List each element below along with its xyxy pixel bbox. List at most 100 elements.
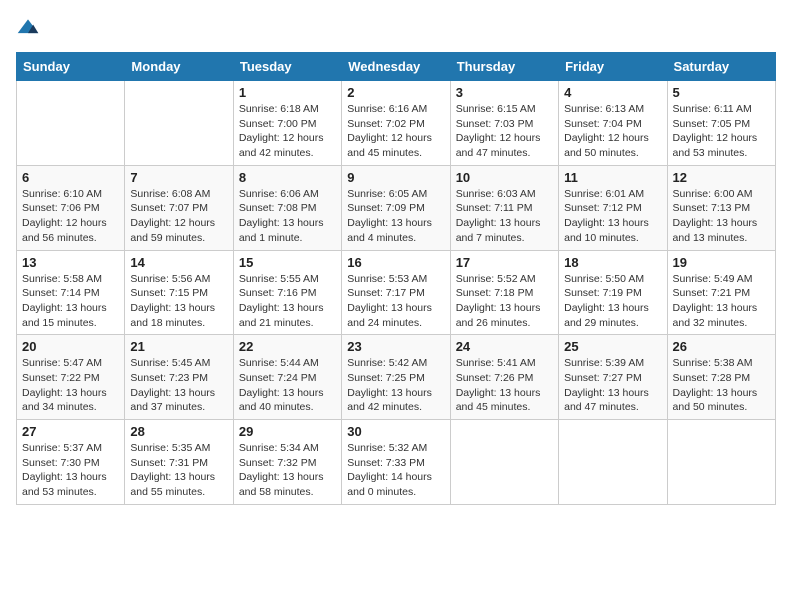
day-number: 13 [22,255,119,270]
calendar-cell: 8Sunrise: 6:06 AM Sunset: 7:08 PM Daylig… [233,165,341,250]
calendar-week-4: 20Sunrise: 5:47 AM Sunset: 7:22 PM Dayli… [17,335,776,420]
calendar-cell: 10 Sunrise: 6:03 AM Sunset: 7:11 PM Dayli… [450,165,558,250]
day-number: 26 [673,339,770,354]
calendar-cell: 18 Sunrise: 5:50 AM Sunset: 7:19 PM Dayli… [559,250,667,335]
calendar-cell: 4Sunrise: 6:13 AM Sunset: 7:04 PM Daylig… [559,81,667,166]
day-number: 19 [673,255,770,270]
day-number: 30 [347,424,444,439]
day-number: 1 [239,85,336,100]
day-number: 8 [239,170,336,185]
calendar-cell: 17 Sunrise: 5:52 AM Sunset: 7:18 PM Dayli… [450,250,558,335]
day-content: Sunrise: 5:37 AM Sunset: 7:30 PM Dayligh… [22,441,119,500]
day-number: 12 [673,170,770,185]
logo [16,16,44,40]
calendar-cell: 19 Sunrise: 5:49 AM Sunset: 7:21 PM Dayli… [667,250,775,335]
day-content: Sunrise: 5:52 AM Sunset: 7:18 PM Dayligh… [456,272,553,331]
calendar-table: SundayMondayTuesdayWednesdayThursdayFrid… [16,52,776,505]
day-number: 27 [22,424,119,439]
day-content: Sunrise: 5:41 AM Sunset: 7:26 PM Dayligh… [456,356,553,415]
day-content: Sunrise: 5:34 AM Sunset: 7:32 PM Dayligh… [239,441,336,500]
day-content: Sunrise: 5:42 AM Sunset: 7:25 PM Dayligh… [347,356,444,415]
day-number: 16 [347,255,444,270]
calendar-week-2: 6Sunrise: 6:10 AM Sunset: 7:06 PM Daylig… [17,165,776,250]
day-content: Sunrise: 6:03 AM Sunset: 7:11 PM Dayligh… [456,187,553,246]
day-number: 15 [239,255,336,270]
day-number: 18 [564,255,661,270]
day-number: 29 [239,424,336,439]
calendar-cell [450,420,558,505]
day-content: Sunrise: 5:49 AM Sunset: 7:21 PM Dayligh… [673,272,770,331]
weekday-header-sunday: Sunday [17,53,125,81]
day-content: Sunrise: 5:53 AM Sunset: 7:17 PM Dayligh… [347,272,444,331]
day-content: Sunrise: 6:08 AM Sunset: 7:07 PM Dayligh… [130,187,227,246]
day-number: 5 [673,85,770,100]
day-number: 28 [130,424,227,439]
day-number: 21 [130,339,227,354]
day-number: 24 [456,339,553,354]
calendar-week-3: 13 Sunrise: 5:58 AM Sunset: 7:14 PM Dayli… [17,250,776,335]
calendar-cell: 24 Sunrise: 5:41 AM Sunset: 7:26 PM Dayli… [450,335,558,420]
day-content: Sunrise: 5:47 AM Sunset: 7:22 PM Dayligh… [22,356,119,415]
calendar-cell: 14 Sunrise: 5:56 AM Sunset: 7:15 PM Dayli… [125,250,233,335]
calendar-cell: 22 Sunrise: 5:44 AM Sunset: 7:24 PM Dayli… [233,335,341,420]
calendar-cell: 6Sunrise: 6:10 AM Sunset: 7:06 PM Daylig… [17,165,125,250]
day-content: Sunrise: 5:58 AM Sunset: 7:14 PM Dayligh… [22,272,119,331]
calendar-cell: 20Sunrise: 5:47 AM Sunset: 7:22 PM Dayli… [17,335,125,420]
day-content: Sunrise: 5:35 AM Sunset: 7:31 PM Dayligh… [130,441,227,500]
calendar-cell: 3 Sunrise: 6:15 AM Sunset: 7:03 PM Daylig… [450,81,558,166]
day-content: Sunrise: 6:18 AM Sunset: 7:00 PM Dayligh… [239,102,336,161]
calendar-cell: 23 Sunrise: 5:42 AM Sunset: 7:25 PM Dayli… [342,335,450,420]
calendar-cell: 11 Sunrise: 6:01 AM Sunset: 7:12 PM Dayli… [559,165,667,250]
day-number: 10 [456,170,553,185]
day-number: 3 [456,85,553,100]
day-number: 23 [347,339,444,354]
day-number: 2 [347,85,444,100]
day-content: Sunrise: 6:15 AM Sunset: 7:03 PM Dayligh… [456,102,553,161]
page-header [16,16,776,40]
calendar-cell: 30 Sunrise: 5:32 AM Sunset: 7:33 PM Dayli… [342,420,450,505]
calendar-cell: 15 Sunrise: 5:55 AM Sunset: 7:16 PM Dayli… [233,250,341,335]
day-content: Sunrise: 5:50 AM Sunset: 7:19 PM Dayligh… [564,272,661,331]
weekday-header-thursday: Thursday [450,53,558,81]
day-content: Sunrise: 5:45 AM Sunset: 7:23 PM Dayligh… [130,356,227,415]
weekday-header-monday: Monday [125,53,233,81]
calendar-cell [667,420,775,505]
day-number: 22 [239,339,336,354]
weekday-header-row: SundayMondayTuesdayWednesdayThursdayFrid… [17,53,776,81]
calendar-cell: 12Sunrise: 6:00 AM Sunset: 7:13 PM Dayli… [667,165,775,250]
day-number: 4 [564,85,661,100]
day-content: Sunrise: 5:32 AM Sunset: 7:33 PM Dayligh… [347,441,444,500]
day-number: 25 [564,339,661,354]
calendar-cell: 28 Sunrise: 5:35 AM Sunset: 7:31 PM Dayli… [125,420,233,505]
calendar-cell [559,420,667,505]
day-number: 17 [456,255,553,270]
day-number: 7 [130,170,227,185]
day-content: Sunrise: 5:56 AM Sunset: 7:15 PM Dayligh… [130,272,227,331]
weekday-header-wednesday: Wednesday [342,53,450,81]
day-content: Sunrise: 6:16 AM Sunset: 7:02 PM Dayligh… [347,102,444,161]
day-content: Sunrise: 6:11 AM Sunset: 7:05 PM Dayligh… [673,102,770,161]
weekday-header-saturday: Saturday [667,53,775,81]
calendar-cell: 25 Sunrise: 5:39 AM Sunset: 7:27 PM Dayli… [559,335,667,420]
calendar-cell: 21 Sunrise: 5:45 AM Sunset: 7:23 PM Dayli… [125,335,233,420]
day-number: 6 [22,170,119,185]
calendar-cell: 26 Sunrise: 5:38 AM Sunset: 7:28 PM Dayli… [667,335,775,420]
calendar-cell: 16 Sunrise: 5:53 AM Sunset: 7:17 PM Dayli… [342,250,450,335]
day-number: 14 [130,255,227,270]
calendar-cell: 29 Sunrise: 5:34 AM Sunset: 7:32 PM Dayli… [233,420,341,505]
day-content: Sunrise: 6:01 AM Sunset: 7:12 PM Dayligh… [564,187,661,246]
logo-icon [16,16,40,40]
calendar-week-1: 1 Sunrise: 6:18 AM Sunset: 7:00 PM Daylig… [17,81,776,166]
day-content: Sunrise: 5:38 AM Sunset: 7:28 PM Dayligh… [673,356,770,415]
calendar-cell: 9Sunrise: 6:05 AM Sunset: 7:09 PM Daylig… [342,165,450,250]
day-content: Sunrise: 5:39 AM Sunset: 7:27 PM Dayligh… [564,356,661,415]
day-number: 11 [564,170,661,185]
calendar-cell: 13 Sunrise: 5:58 AM Sunset: 7:14 PM Dayli… [17,250,125,335]
weekday-header-tuesday: Tuesday [233,53,341,81]
calendar-week-5: 27 Sunrise: 5:37 AM Sunset: 7:30 PM Dayli… [17,420,776,505]
calendar-cell [17,81,125,166]
day-content: Sunrise: 5:55 AM Sunset: 7:16 PM Dayligh… [239,272,336,331]
weekday-header-friday: Friday [559,53,667,81]
day-content: Sunrise: 5:44 AM Sunset: 7:24 PM Dayligh… [239,356,336,415]
calendar-cell: 2 Sunrise: 6:16 AM Sunset: 7:02 PM Daylig… [342,81,450,166]
